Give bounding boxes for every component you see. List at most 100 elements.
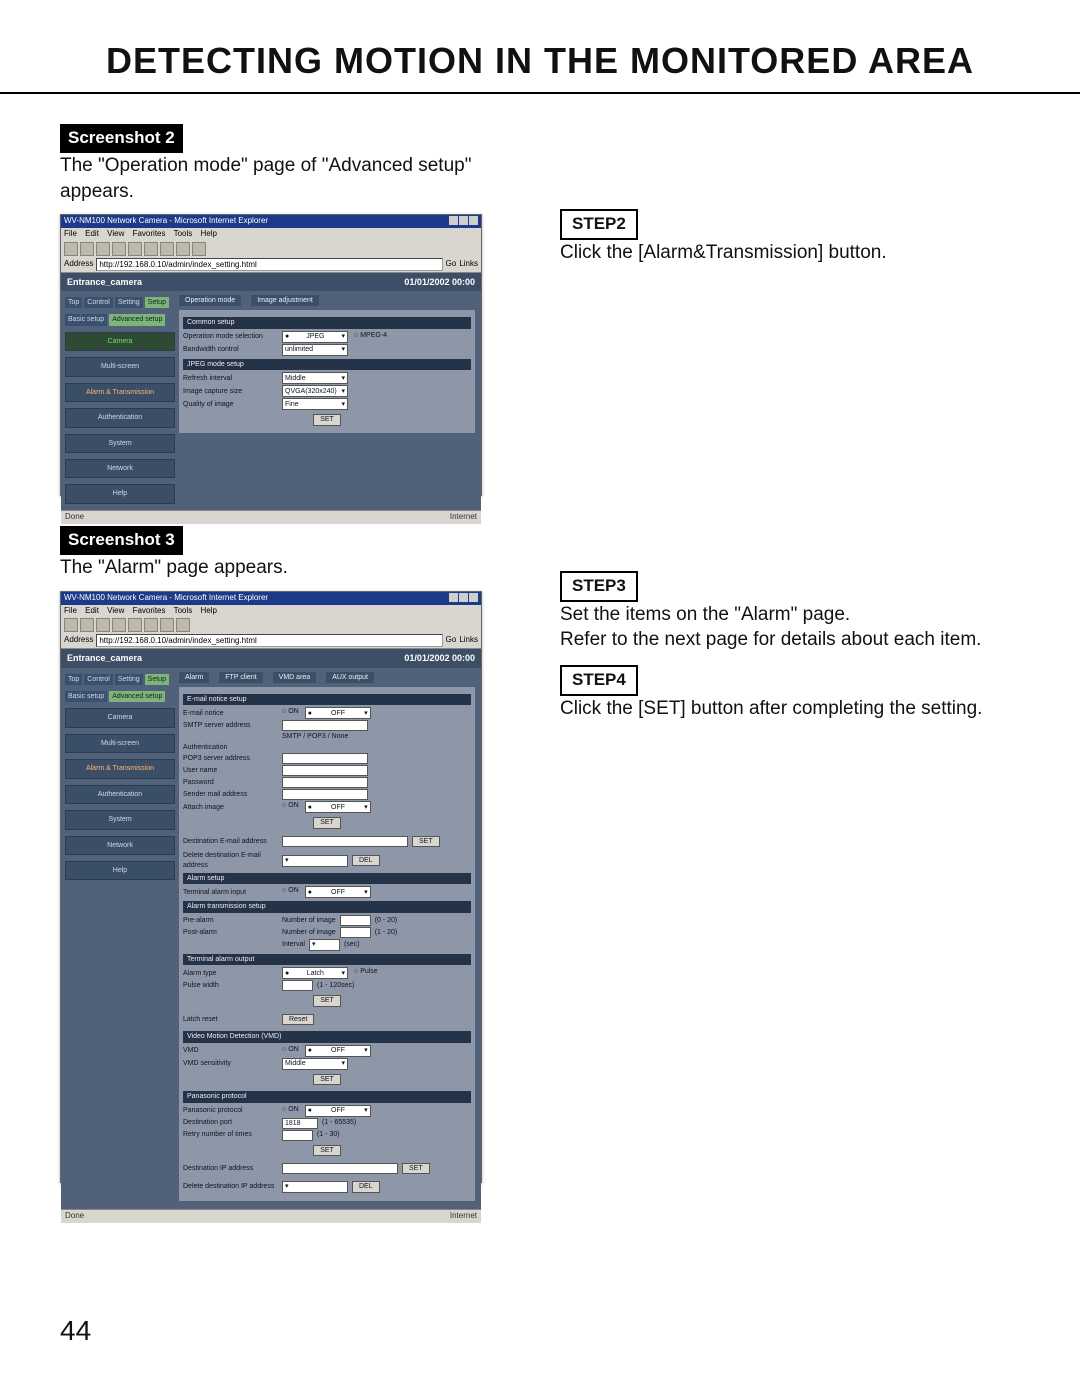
- window-buttons[interactable]: [449, 216, 478, 227]
- user-field[interactable]: [282, 765, 368, 776]
- del-dest-select[interactable]: [282, 855, 348, 867]
- tab-alarm[interactable]: Alarm: [179, 672, 209, 683]
- browser-menu[interactable]: File Edit View Favorites Tools Help: [64, 606, 478, 617]
- user-label: User name: [183, 766, 278, 775]
- tab-control[interactable]: Control: [84, 297, 113, 308]
- sidebar-multiscreen[interactable]: Multi-screen: [65, 734, 175, 753]
- step3-text1: Set the items on the "Alarm" page.: [560, 602, 1020, 628]
- tab-aux[interactable]: AUX output: [326, 672, 374, 683]
- browser-menu[interactable]: File Edit View Favorites Tools Help: [64, 229, 478, 240]
- go-button[interactable]: Go: [446, 635, 457, 646]
- tab-operation-mode[interactable]: Operation mode: [179, 295, 241, 306]
- alarm-type-radios[interactable]: Latch Pulse: [282, 967, 378, 979]
- email-notice-radios[interactable]: ON OFF: [282, 707, 371, 719]
- sidebar-alarm-trans[interactable]: Alarm & Transmission: [65, 383, 175, 402]
- op-mode-radios[interactable]: JPEG MPEG-4: [282, 331, 387, 343]
- pana-del-select[interactable]: [282, 1181, 348, 1193]
- email-set-button[interactable]: SET: [313, 817, 341, 828]
- sidebar-multiscreen[interactable]: Multi-screen: [65, 357, 175, 376]
- tab-setup[interactable]: Setup: [145, 674, 169, 685]
- post-num-field[interactable]: [340, 927, 371, 938]
- pana-retry-field[interactable]: [282, 1130, 313, 1141]
- sidebar-help[interactable]: Help: [65, 484, 175, 503]
- app-timestamp: 01/01/2002 00:00: [404, 652, 475, 664]
- content-columns: Screenshot 2 The "Operation mode" page o…: [60, 124, 1020, 1183]
- sidebar-auth[interactable]: Authentication: [65, 785, 175, 804]
- sidebar: Top Control Setting Setup Basic setup Ad…: [61, 668, 179, 1209]
- browser-toolbar[interactable]: [64, 616, 478, 634]
- pre-num-field[interactable]: [340, 915, 371, 926]
- sidebar-network[interactable]: Network: [65, 459, 175, 478]
- app-title: Entrance_camera: [67, 652, 142, 664]
- tab-setting[interactable]: Setting: [115, 297, 143, 308]
- tab-control[interactable]: Control: [84, 674, 113, 685]
- vmd-sens-label: VMD sensitivity: [183, 1059, 278, 1068]
- refresh-select[interactable]: Middle: [282, 372, 348, 384]
- sidebar-alarm-trans[interactable]: Alarm & Transmission: [65, 759, 175, 778]
- tab-image-adjust[interactable]: Image adjustment: [251, 295, 319, 306]
- pass-field[interactable]: [282, 777, 368, 788]
- size-select[interactable]: QVGA(320x240): [282, 385, 348, 397]
- pop3-field[interactable]: [282, 753, 368, 764]
- pana-proto-radios[interactable]: ONOFF: [282, 1105, 371, 1117]
- vmd-sens-select[interactable]: Middle: [282, 1058, 348, 1070]
- alarm-set-button[interactable]: SET: [313, 995, 341, 1006]
- tab-top[interactable]: Top: [65, 674, 82, 685]
- common-setup-heading: Common setup: [183, 317, 471, 328]
- address-label: Address: [64, 259, 93, 270]
- step2-text: Click the [Alarm&Transmission] button.: [560, 240, 1020, 266]
- dest-set[interactable]: SET: [412, 836, 440, 847]
- email-heading: E-mail notice setup: [183, 694, 471, 705]
- pana-set-button[interactable]: SET: [313, 1145, 341, 1156]
- pulse-field[interactable]: [282, 980, 313, 991]
- dest-field[interactable]: [282, 836, 408, 847]
- tab-ftp[interactable]: FTP client: [219, 672, 262, 683]
- pana-del-button[interactable]: DEL: [352, 1181, 380, 1192]
- sidebar-help[interactable]: Help: [65, 861, 175, 880]
- screenshot2-badge: Screenshot 2: [60, 124, 183, 153]
- sidebar-auth[interactable]: Authentication: [65, 408, 175, 427]
- reset-button[interactable]: Reset: [282, 1014, 314, 1025]
- sidebar-camera[interactable]: Camera: [65, 332, 175, 351]
- sender-field[interactable]: [282, 789, 368, 800]
- window-title: WV-NM100 Network Camera - Microsoft Inte…: [64, 216, 268, 227]
- tab-setting[interactable]: Setting: [115, 674, 143, 685]
- window-buttons[interactable]: [449, 593, 478, 604]
- sidebar-camera[interactable]: Camera: [65, 708, 175, 727]
- del-button[interactable]: DEL: [352, 855, 380, 866]
- step4-text: Click the [SET] button after completing …: [560, 696, 1020, 722]
- tab-advanced-setup[interactable]: Advanced setup: [109, 691, 165, 702]
- app-timestamp: 01/01/2002 00:00: [404, 276, 475, 288]
- smtp-field[interactable]: [282, 720, 368, 731]
- browser-toolbar[interactable]: [64, 240, 478, 258]
- sidebar-network[interactable]: Network: [65, 836, 175, 855]
- pana-dest-label: Destination IP address: [183, 1164, 278, 1173]
- set-button[interactable]: SET: [313, 414, 341, 425]
- alarm-heading: Alarm setup: [183, 873, 471, 884]
- term-alarm-radios[interactable]: ONOFF: [282, 886, 371, 898]
- op-mode-label: Operation mode selection: [183, 332, 278, 341]
- quality-select[interactable]: Fine: [282, 398, 348, 410]
- interval-select[interactable]: [309, 939, 340, 951]
- vmd-set-button[interactable]: SET: [313, 1074, 341, 1085]
- address-input[interactable]: [96, 258, 442, 271]
- tab-setup[interactable]: Setup: [145, 297, 169, 308]
- tab-top[interactable]: Top: [65, 297, 82, 308]
- address-input[interactable]: [96, 634, 442, 647]
- tab-vmd-area[interactable]: VMD area: [273, 672, 317, 683]
- sidebar-system[interactable]: System: [65, 810, 175, 829]
- attach-radios[interactable]: ON OFF: [282, 801, 371, 813]
- latch-label: Latch reset: [183, 1015, 278, 1024]
- tab-basic-setup[interactable]: Basic setup: [65, 314, 107, 325]
- vmd-radios[interactable]: ONOFF: [282, 1045, 371, 1057]
- pana-dest-set[interactable]: SET: [402, 1163, 430, 1174]
- pana-dest-field[interactable]: [282, 1163, 398, 1174]
- go-button[interactable]: Go: [446, 259, 457, 270]
- pana-port-field[interactable]: 1818: [282, 1118, 318, 1129]
- tab-basic-setup[interactable]: Basic setup: [65, 691, 107, 702]
- sidebar-system[interactable]: System: [65, 434, 175, 453]
- bandwidth-select[interactable]: unlimited: [282, 344, 348, 356]
- tab-advanced-setup[interactable]: Advanced setup: [109, 314, 165, 325]
- pana-heading: Panasonic protocol: [183, 1091, 471, 1102]
- links-label: Links: [459, 635, 478, 646]
